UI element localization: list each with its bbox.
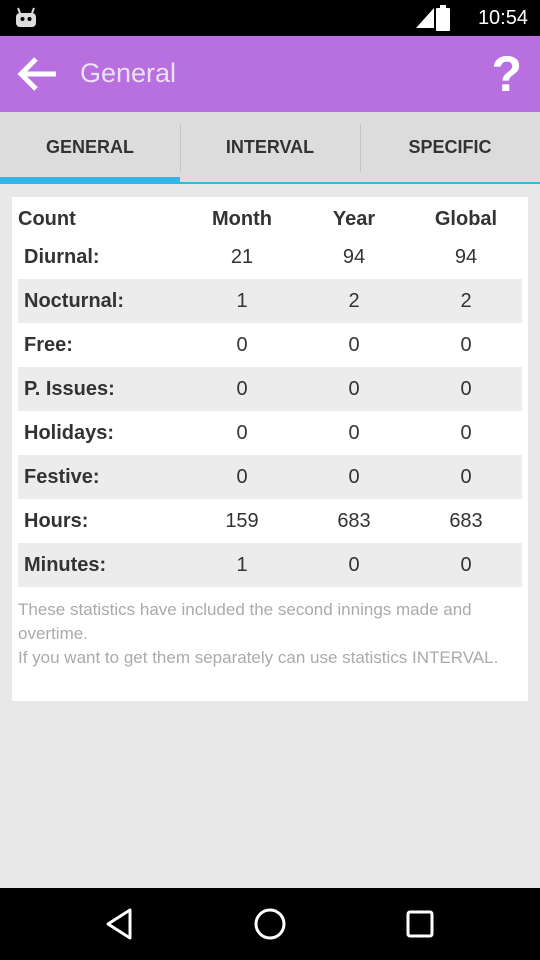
nav-back-icon[interactable] [102,906,138,942]
header-global: Global [434,208,498,230]
nav-home-icon[interactable] [252,906,288,942]
tab-bar: GENERAL INTERVAL SPECIFIC [0,112,540,184]
stats-card: Count Month Year Global Diurnal: 21 94 9… [12,197,528,701]
tab-specific[interactable]: SPECIFIC [360,112,540,184]
table-row: Diurnal: 21 94 94 [24,245,478,268]
table-row: Festive: 0 0 0 [18,455,522,499]
status-bar: 10:54 [0,0,540,36]
tab-interval[interactable]: INTERVAL [180,112,360,184]
header-month: Month [212,208,272,230]
stats-table: Count Month Year Global Diurnal: 21 94 9… [18,197,522,587]
android-icon [16,7,36,27]
table-row: Minutes: 1 0 0 [18,543,522,587]
header-year: Year [332,208,376,230]
help-icon[interactable]: ? [491,46,522,102]
clock: 10:54 [477,7,528,29]
note-line-2: If you want to get them separately can u… [18,648,499,667]
table-row: Free: 0 0 0 [24,333,472,356]
table-header: Count Month Year Global [18,197,522,235]
nav-recents-icon[interactable] [402,906,438,942]
battery-icon [436,5,450,31]
signal-icon [416,8,434,28]
page-title: General [80,58,177,88]
table-row: P. Issues: 0 0 0 [18,367,522,411]
navigation-bar [0,888,540,960]
table-row: Nocturnal: 1 2 2 [18,279,522,323]
back-arrow-icon[interactable] [14,54,62,94]
action-bar: General ? [0,36,540,112]
statistics-note: These statistics have included the secon… [18,598,522,670]
header-count: Count [18,208,76,230]
note-line-1: These statistics have included the secon… [18,600,472,643]
table-row: Holidays: 0 0 0 [24,421,472,444]
tab-general[interactable]: GENERAL [0,112,180,184]
table-row: Hours: 159 683 683 [24,509,483,532]
